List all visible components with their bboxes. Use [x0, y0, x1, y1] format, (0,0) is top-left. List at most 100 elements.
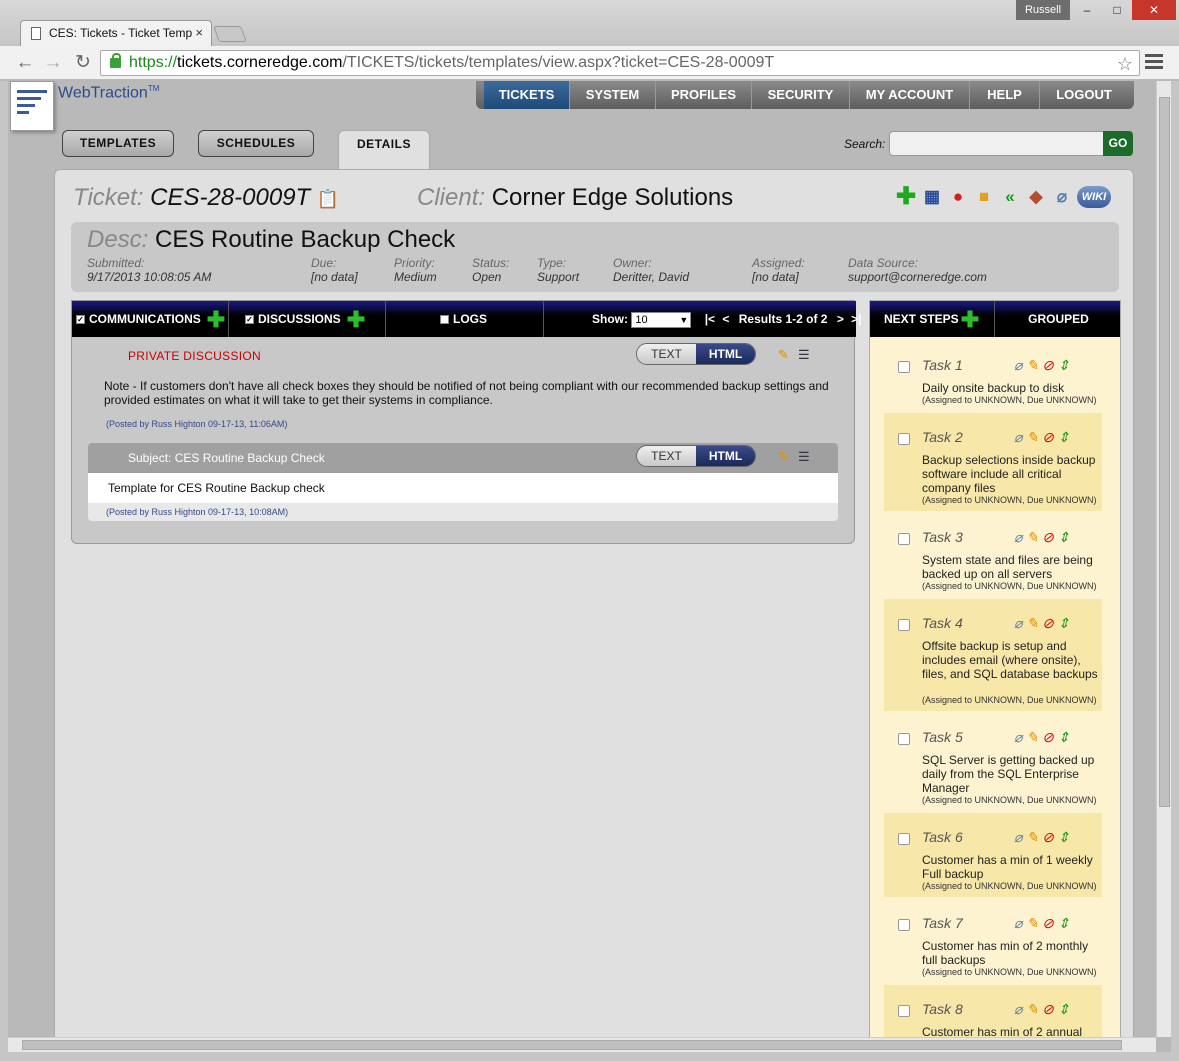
- paperclip-icon[interactable]: ⌀: [1014, 529, 1022, 545]
- delete-icon[interactable]: ⊘: [1042, 357, 1054, 373]
- nav-profiles[interactable]: PROFILES: [656, 81, 752, 109]
- reload-icon[interactable]: ↻: [72, 52, 94, 74]
- prev-page-button[interactable]: <: [722, 312, 729, 326]
- filter-communications[interactable]: ✓ COMMUNICATIONS ✚: [72, 301, 229, 337]
- last-page-button[interactable]: >|: [851, 312, 861, 326]
- edit-pencil-icon[interactable]: ✎: [778, 347, 792, 362]
- profile-button[interactable]: Russell: [1016, 0, 1070, 20]
- pencil-icon[interactable]: ✎: [1026, 529, 1038, 545]
- text-toggle-button[interactable]: TEXT: [637, 344, 696, 364]
- lock-icon[interactable]: ■: [973, 186, 995, 208]
- pencil-icon[interactable]: ✎: [1026, 829, 1038, 845]
- bookmark-star-icon[interactable]: ☆: [1117, 52, 1133, 76]
- paperclip-icon[interactable]: ⌀: [1014, 1001, 1022, 1017]
- tab-details[interactable]: DETAILS: [338, 130, 430, 170]
- show-count-select[interactable]: 10: [631, 311, 692, 328]
- paperclip-icon[interactable]: ⌀: [1014, 915, 1022, 931]
- discussions-checkbox[interactable]: ✓: [245, 315, 254, 325]
- new-tab-button[interactable]: [213, 26, 247, 42]
- address-bar[interactable]: https://tickets.corneredge.com/TICKETS/t…: [100, 50, 1140, 76]
- search-input[interactable]: [889, 131, 1104, 156]
- task-checkbox[interactable]: [898, 733, 910, 745]
- browser-tab[interactable]: CES: Tickets - Ticket Temp ×: [20, 20, 212, 46]
- task-checkbox[interactable]: [898, 619, 910, 631]
- filter-logs[interactable]: LOGS: [386, 301, 544, 337]
- task-checkbox[interactable]: [898, 533, 910, 545]
- add-step-icon[interactable]: ✚: [961, 307, 979, 332]
- reorder-icon[interactable]: ⇕: [1058, 615, 1070, 631]
- paperclip-icon[interactable]: ⌀: [1014, 429, 1022, 445]
- first-page-button[interactable]: |<: [705, 312, 715, 326]
- add-discussion-icon[interactable]: ✚: [347, 307, 365, 332]
- horizontal-scrollbar[interactable]: [8, 1037, 1156, 1052]
- delete-icon[interactable]: ⊘: [1042, 915, 1054, 931]
- paperclip-icon[interactable]: ⌀: [1014, 357, 1022, 373]
- reorder-icon[interactable]: ⇕: [1058, 729, 1070, 745]
- task-checkbox[interactable]: [898, 433, 910, 445]
- grouped-tab[interactable]: GROUPED: [995, 301, 1120, 337]
- pencil-icon[interactable]: ✎: [1026, 429, 1038, 445]
- pencil-icon[interactable]: ✎: [1026, 615, 1038, 631]
- delete-icon[interactable]: ⊘: [1042, 829, 1054, 845]
- paperclip-icon[interactable]: ⌀: [1014, 729, 1022, 745]
- nav-system[interactable]: SYSTEM: [570, 81, 656, 109]
- format-toggle[interactable]: TEXT HTML: [636, 343, 756, 365]
- html-toggle-button[interactable]: HTML: [696, 344, 755, 364]
- tab-schedules[interactable]: SCHEDULES: [198, 130, 314, 157]
- close-tab-icon[interactable]: ×: [195, 25, 203, 40]
- task-checkbox[interactable]: [898, 833, 910, 845]
- alarm-icon[interactable]: ●: [947, 186, 969, 208]
- rewind-icon[interactable]: «: [999, 186, 1021, 208]
- text-toggle-button-2[interactable]: TEXT: [637, 446, 696, 466]
- tag-icon[interactable]: ◆: [1025, 186, 1047, 208]
- paperclip-icon[interactable]: ⌀: [1014, 829, 1022, 845]
- wiki-button[interactable]: WIKI: [1077, 186, 1111, 208]
- pencil-icon[interactable]: ✎: [1026, 729, 1038, 745]
- calendar-icon[interactable]: ▦: [921, 186, 943, 208]
- close-window-button[interactable]: ✕: [1132, 0, 1176, 20]
- maximize-button[interactable]: □: [1102, 0, 1132, 20]
- pencil-icon[interactable]: ✎: [1026, 357, 1038, 373]
- pencil-icon[interactable]: ✎: [1026, 1001, 1038, 1017]
- reorder-icon[interactable]: ⇕: [1058, 529, 1070, 545]
- reorder-icon[interactable]: ⇕: [1058, 1001, 1070, 1017]
- menu-icon[interactable]: [1145, 54, 1163, 70]
- list-icon-2[interactable]: ☰: [798, 449, 812, 464]
- pencil-icon[interactable]: ✎: [1026, 915, 1038, 931]
- communications-checkbox[interactable]: ✓: [76, 315, 85, 325]
- task-checkbox[interactable]: [898, 1005, 910, 1017]
- clipboard-icon[interactable]: 📋: [317, 189, 339, 209]
- next-page-button[interactable]: >: [837, 312, 844, 326]
- paperclip-icon[interactable]: ⌀: [1014, 615, 1022, 631]
- nav-help[interactable]: HELP: [970, 81, 1040, 109]
- task-checkbox[interactable]: [898, 361, 910, 373]
- next-steps-tab[interactable]: NEXT STEPS✚: [870, 301, 995, 337]
- logo[interactable]: WebTractionTM: [58, 84, 159, 102]
- delete-icon[interactable]: ⊘: [1042, 729, 1054, 745]
- back-arrow-icon[interactable]: ←: [14, 52, 36, 74]
- tab-templates[interactable]: TEMPLATES: [62, 130, 174, 157]
- delete-icon[interactable]: ⊘: [1042, 615, 1054, 631]
- delete-icon[interactable]: ⊘: [1042, 1001, 1054, 1017]
- nav-security[interactable]: SECURITY: [752, 81, 850, 109]
- add-communication-icon[interactable]: ✚: [207, 307, 225, 332]
- delete-icon[interactable]: ⊘: [1042, 429, 1054, 445]
- list-icon[interactable]: ☰: [798, 347, 812, 362]
- paperclip-icon[interactable]: ⌀: [1051, 186, 1073, 208]
- vertical-scrollbar[interactable]: [1156, 81, 1171, 1037]
- add-icon[interactable]: ✚: [895, 185, 917, 209]
- nav-tickets[interactable]: TICKETS: [484, 81, 570, 109]
- minimize-button[interactable]: –: [1072, 0, 1102, 20]
- reorder-icon[interactable]: ⇕: [1058, 829, 1070, 845]
- logs-checkbox[interactable]: [440, 315, 449, 325]
- horizontal-scroll-thumb[interactable]: [22, 1040, 1122, 1050]
- vertical-scroll-thumb[interactable]: [1159, 97, 1170, 807]
- reorder-icon[interactable]: ⇕: [1058, 915, 1070, 931]
- nav-logout[interactable]: LOGOUT: [1040, 81, 1128, 109]
- delete-icon[interactable]: ⊘: [1042, 529, 1054, 545]
- task-checkbox[interactable]: [898, 919, 910, 931]
- format-toggle-2[interactable]: TEXT HTML: [636, 445, 756, 467]
- nav-my-account[interactable]: MY ACCOUNT: [850, 81, 970, 109]
- filter-discussions[interactable]: ✓ DISCUSSIONS ✚: [229, 301, 386, 337]
- edit-pencil-icon-2[interactable]: ✎: [778, 449, 792, 464]
